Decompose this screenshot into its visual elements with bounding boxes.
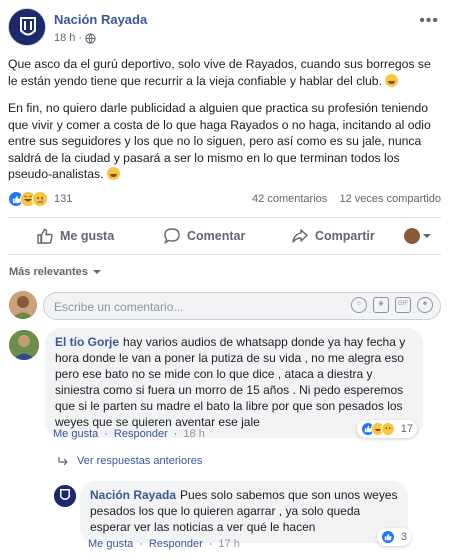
- post-paragraph-1: Que asco da el gurú deportivo, solo vive…: [8, 57, 431, 88]
- gif-icon[interactable]: GIF: [395, 297, 411, 313]
- post-header: Nación Rayada 18 h · •••: [8, 8, 441, 48]
- comment-reaction-count: 17: [400, 423, 413, 435]
- caret-down-icon: [423, 234, 431, 238]
- sticker-icon[interactable]: ☻: [417, 297, 433, 313]
- like-button[interactable]: Me gusta: [36, 227, 114, 245]
- thumbs-up-icon: [37, 228, 53, 244]
- comment-button[interactable]: Comentar: [163, 227, 245, 245]
- reply-arrow-icon: [58, 457, 68, 466]
- comment-time[interactable]: 18 h: [183, 428, 204, 440]
- comment-bubble-icon: [164, 228, 180, 245]
- comment-sort-dropdown[interactable]: Más relevantes: [9, 266, 101, 278]
- comment-text: hay varios audios de whatsapp donde ya h…: [55, 335, 406, 429]
- viewer-avatar[interactable]: [9, 291, 37, 319]
- comments-count[interactable]: 42 comentarios: [252, 193, 327, 205]
- reply-bubble: Nación Rayada Pues solo sabemos que son u…: [80, 481, 408, 543]
- post-paragraph-2: En fin, no quiero darle publicidad a alg…: [8, 101, 431, 181]
- post-meta: 18 h ·: [54, 32, 96, 44]
- sad-reaction-icon: [380, 422, 395, 436]
- view-previous-replies-link[interactable]: Ver respuestas anteriores: [58, 455, 202, 467]
- comment-reactions[interactable]: 17: [356, 420, 417, 438]
- divider: [8, 217, 441, 218]
- comment-composer: Escribe un comentario... ☺ ◉ GIF ☻: [9, 291, 441, 321]
- page-avatar[interactable]: [8, 8, 46, 46]
- previous-replies-label: Ver respuestas anteriores: [77, 455, 203, 467]
- caret-down-icon: [92, 270, 101, 275]
- reaction-icons[interactable]: 131: [8, 191, 72, 207]
- viewer-avatar: [404, 228, 420, 244]
- share-arrow-icon: [292, 229, 308, 243]
- laughing-emoji-icon: [385, 73, 399, 87]
- reply-reactions[interactable]: 3: [376, 528, 411, 546]
- composer-icons: ☺ ◉ GIF ☻: [351, 297, 433, 313]
- replier-avatar[interactable]: [54, 485, 76, 507]
- share-button[interactable]: Compartir: [291, 227, 375, 245]
- commenter-avatar[interactable]: [9, 330, 39, 360]
- comment-like-link[interactable]: Me gusta: [53, 428, 98, 440]
- post-body: Que asco da el gurú deportivo, solo vive…: [8, 56, 440, 194]
- sort-label: Más relevantes: [9, 266, 88, 278]
- sad-reaction-icon: [32, 191, 48, 207]
- reply-time[interactable]: 17 h: [218, 538, 239, 550]
- reaction-count[interactable]: 131: [54, 193, 72, 205]
- counts-right: 42 comentarios 12 veces compartido: [252, 193, 441, 205]
- shares-count[interactable]: 12 veces compartido: [340, 193, 442, 205]
- comment-label: Comentar: [187, 229, 246, 243]
- reply-actions: Me gusta · Responder · 17 h: [88, 538, 240, 550]
- like-label: Me gusta: [60, 229, 115, 243]
- share-label: Compartir: [315, 229, 375, 243]
- comment-actions: Me gusta · Responder · 18 h: [53, 428, 205, 440]
- more-options-icon[interactable]: •••: [419, 12, 439, 30]
- comment-reply-link[interactable]: Responder: [114, 428, 168, 440]
- page-name[interactable]: Nación Rayada: [54, 12, 147, 27]
- like-reaction-icon: [380, 530, 395, 544]
- reply-reaction-count: 3: [400, 531, 407, 543]
- reply-author[interactable]: Nación Rayada: [90, 488, 176, 502]
- emoji-picker-icon[interactable]: ☺: [351, 297, 367, 313]
- post-as-selector[interactable]: [404, 228, 431, 244]
- reaction-summary: 131 42 comentarios 12 veces compartido: [8, 189, 441, 209]
- post-time[interactable]: 18 h: [54, 32, 75, 44]
- globe-icon: [85, 32, 96, 44]
- divider: [8, 254, 441, 255]
- comment-input-placeholder: Escribe un comentario...: [54, 300, 184, 314]
- rofl-emoji-icon: [106, 167, 120, 180]
- reply-reply-link[interactable]: Responder: [149, 538, 203, 550]
- action-bar: Me gusta Comentar Compartir: [8, 220, 441, 252]
- camera-icon[interactable]: ◉: [373, 297, 389, 313]
- comment-author[interactable]: El tío Gorje: [55, 335, 119, 349]
- reply-like-link[interactable]: Me gusta: [88, 538, 133, 550]
